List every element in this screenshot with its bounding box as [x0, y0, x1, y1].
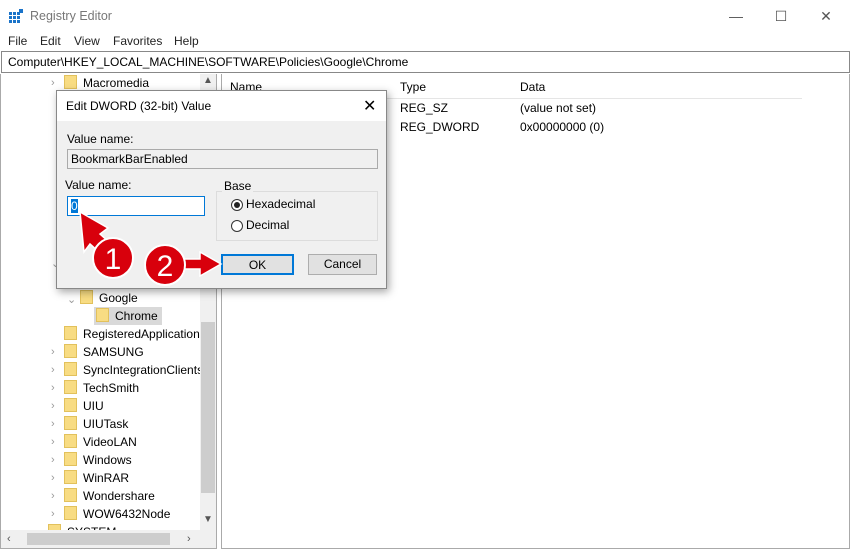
menu-edit[interactable]: Edit — [40, 34, 61, 48]
tree-item[interactable]: SAMSUNG — [64, 343, 144, 361]
folder-icon — [64, 326, 77, 341]
tree-item[interactable]: VideoLAN — [64, 433, 137, 451]
chevron-right-icon[interactable]: › — [51, 77, 55, 89]
folder-icon — [64, 380, 77, 395]
tree-item[interactable]: TechSmith — [64, 379, 139, 397]
chevron-down-icon[interactable]: ⌄ — [67, 293, 76, 306]
tree-item[interactable]: WOW6432Node — [64, 505, 170, 523]
tree-item[interactable]: Windows — [64, 451, 132, 469]
menu-bar: File Edit View Favorites Help — [0, 32, 851, 50]
tree-item[interactable]: Wondershare — [64, 487, 155, 505]
ok-button[interactable]: OK — [221, 254, 294, 275]
radio-icon — [231, 219, 243, 232]
row-data[interactable]: (value not set) — [520, 101, 596, 115]
folder-icon — [64, 362, 77, 377]
scroll-up-icon[interactable]: ▲ — [203, 75, 213, 86]
row-type[interactable]: REG_SZ — [400, 101, 448, 115]
decimal-radio[interactable]: Decimal — [231, 218, 289, 232]
chevron-right-icon[interactable]: › — [51, 436, 55, 448]
base-label: Base — [222, 179, 254, 193]
tree-item-chrome[interactable]: Chrome — [94, 307, 162, 325]
horizontal-scroll-thumb[interactable] — [27, 533, 170, 545]
address-bar[interactable]: Computer\HKEY_LOCAL_MACHINE\SOFTWARE\Pol… — [1, 51, 850, 73]
cancel-button[interactable]: Cancel — [308, 254, 377, 275]
minimize-button[interactable]: — — [726, 6, 746, 26]
chevron-right-icon[interactable]: › — [51, 364, 55, 376]
value-name-label: Value name: — [67, 132, 134, 146]
dialog-title: Edit DWORD (32-bit) Value — [66, 99, 212, 113]
value-data-input[interactable]: 0 — [67, 196, 205, 216]
close-icon[interactable]: ✕ — [363, 96, 376, 116]
title-bar: Registry Editor — ☐ ✕ — [0, 0, 851, 32]
folder-icon — [80, 290, 93, 305]
folder-icon — [64, 398, 77, 413]
folder-icon — [64, 506, 77, 521]
menu-view[interactable]: View — [74, 34, 100, 48]
chevron-right-icon[interactable]: › — [51, 472, 55, 484]
vertical-scroll-thumb[interactable] — [201, 322, 215, 493]
chevron-right-icon[interactable]: › — [51, 400, 55, 412]
tree-item[interactable]: UIUTask — [64, 415, 128, 433]
radio-selected-icon — [231, 198, 243, 211]
tree-item[interactable]: RegisteredApplications — [64, 325, 206, 343]
menu-file[interactable]: File — [8, 34, 27, 48]
step-2-badge: 2 — [144, 244, 186, 286]
menu-favorites[interactable]: Favorites — [113, 34, 162, 48]
tree-item[interactable]: UIU — [64, 397, 104, 415]
window-title: Registry Editor — [30, 9, 112, 23]
folder-icon — [64, 416, 77, 431]
tree-item-google[interactable]: Google — [80, 289, 138, 307]
scroll-down-icon[interactable]: ▼ — [203, 514, 213, 525]
hexadecimal-radio[interactable]: Hexadecimal — [231, 197, 315, 211]
folder-icon — [64, 434, 77, 449]
chevron-right-icon[interactable]: › — [51, 382, 55, 394]
chevron-right-icon[interactable]: › — [51, 418, 55, 430]
folder-icon — [64, 452, 77, 467]
maximize-button[interactable]: ☐ — [771, 6, 791, 26]
chevron-right-icon[interactable]: › — [51, 454, 55, 466]
chevron-right-icon[interactable]: › — [51, 508, 55, 520]
folder-icon — [64, 488, 77, 503]
column-header-type[interactable]: Type — [400, 80, 426, 94]
chevron-right-icon[interactable]: › — [51, 490, 55, 502]
tree-item[interactable]: SyncIntegrationClients — [64, 361, 203, 379]
row-type[interactable]: REG_DWORD — [400, 120, 479, 134]
menu-help[interactable]: Help — [174, 34, 199, 48]
chevron-right-icon[interactable]: › — [51, 346, 55, 358]
scroll-right-icon[interactable]: › — [187, 533, 191, 545]
step-1-badge: 1 — [92, 237, 134, 279]
registry-app-icon — [9, 9, 23, 23]
folder-icon — [96, 308, 109, 323]
scroll-left-icon[interactable]: ‹ — [7, 533, 11, 545]
tree-item[interactable]: WinRAR — [64, 469, 129, 487]
value-name-field: BookmarkBarEnabled — [67, 149, 378, 169]
folder-icon — [64, 75, 77, 90]
close-button[interactable]: ✕ — [816, 6, 836, 26]
value-data-label: Value name: — [65, 178, 132, 192]
column-header-data[interactable]: Data — [520, 80, 545, 94]
folder-icon — [64, 344, 77, 359]
folder-icon — [64, 470, 77, 485]
dialog-title-bar: Edit DWORD (32-bit) Value ✕ — [57, 91, 386, 121]
row-data[interactable]: 0x00000000 (0) — [520, 120, 604, 134]
